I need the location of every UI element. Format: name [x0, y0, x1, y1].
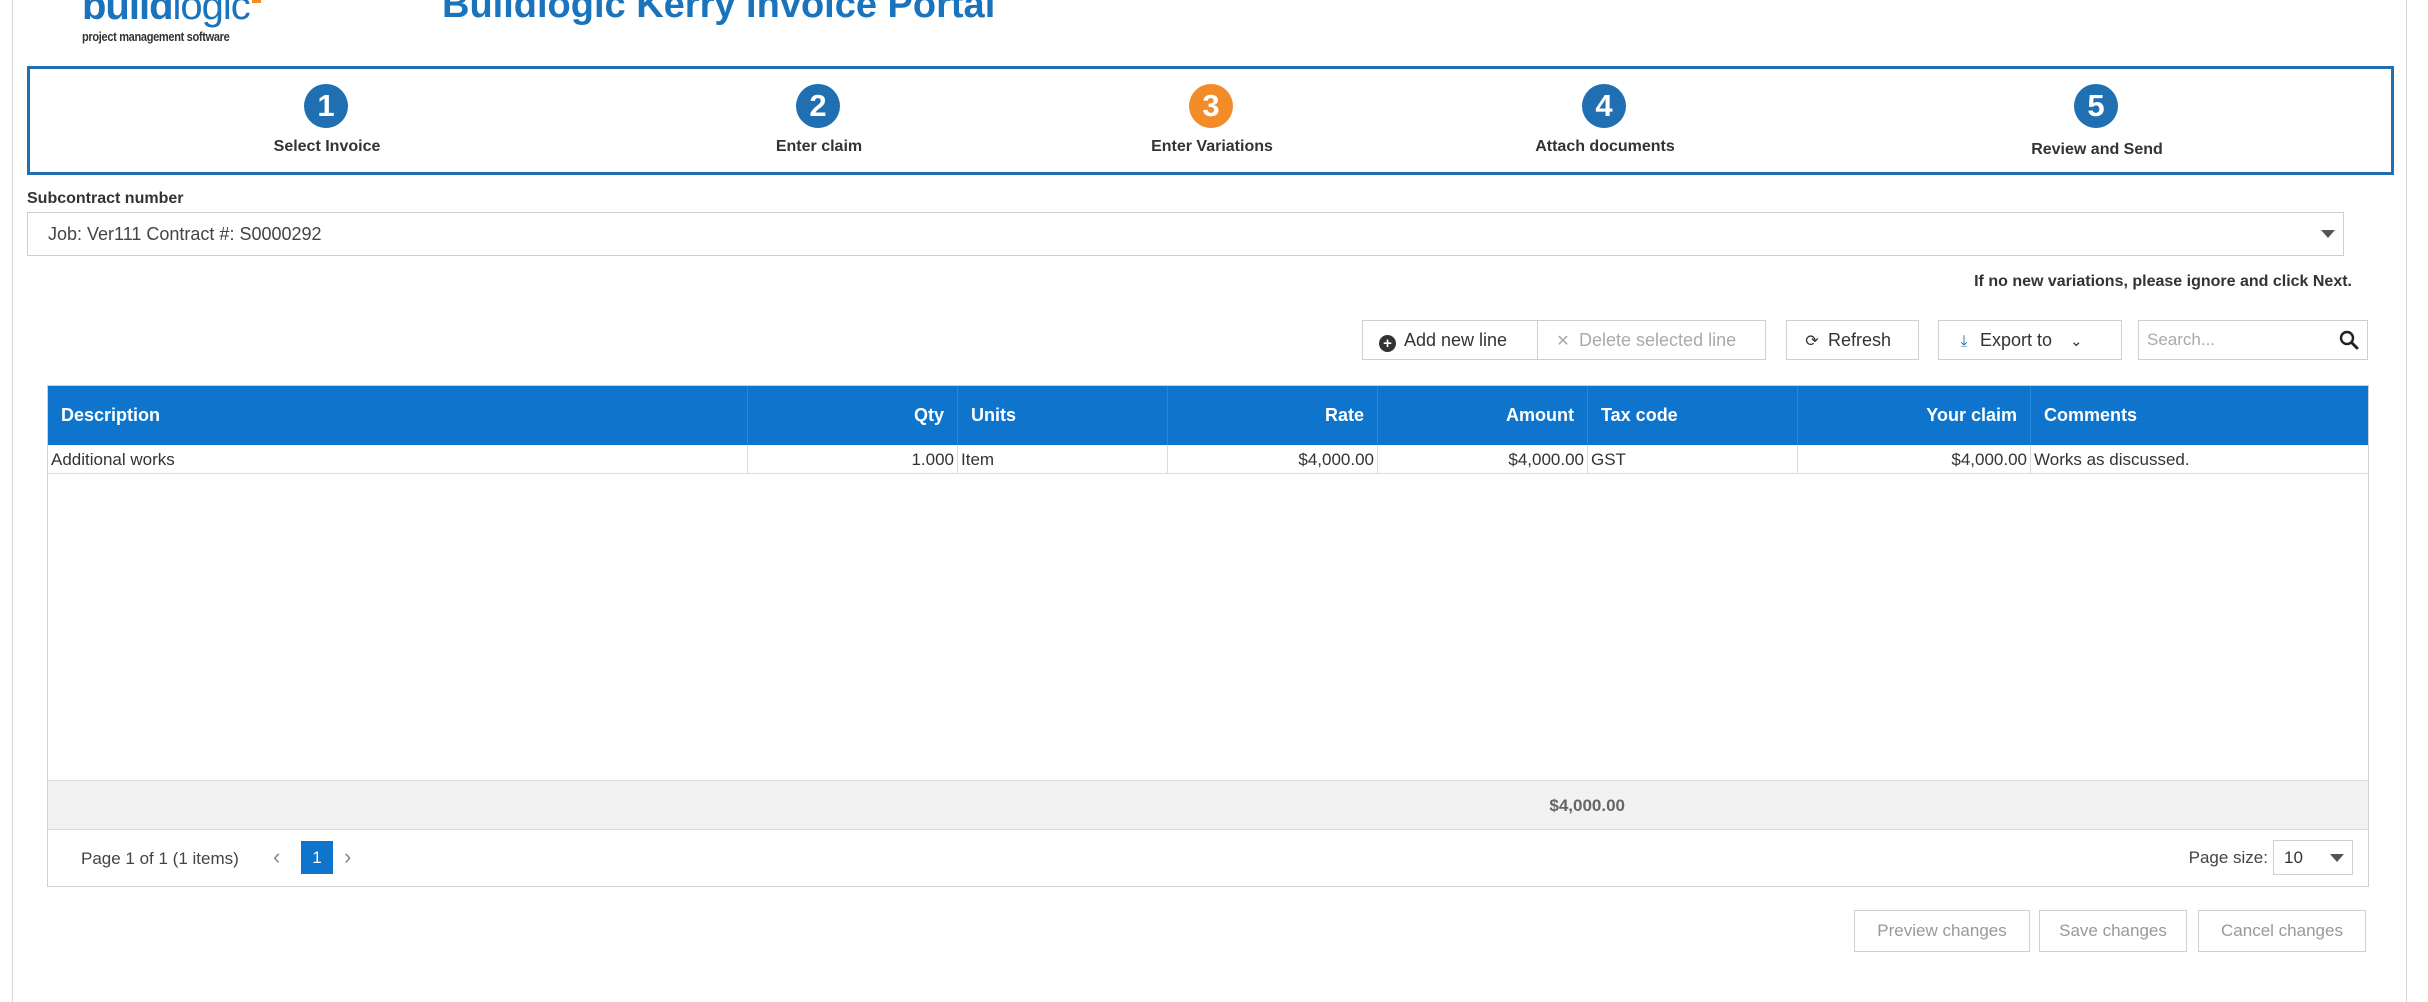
add-new-line-button[interactable]: + Add new line	[1362, 320, 1538, 360]
wizard-step-2[interactable]: 2 Enter claim	[699, 69, 939, 172]
add-new-line-label: Add new line	[1404, 330, 1508, 350]
save-changes-button[interactable]: Save changes	[2039, 910, 2187, 952]
logo-bold-text: build	[82, 0, 174, 28]
step-number-badge: 3	[1189, 84, 1233, 128]
preview-changes-button[interactable]: Preview changes	[1854, 910, 2030, 952]
column-header-units[interactable]: Units	[957, 386, 1167, 445]
column-header-your-claim[interactable]: Your claim	[1797, 386, 2030, 445]
cell-units[interactable]: Item	[957, 445, 1167, 474]
download-icon: ⤓	[1960, 333, 1968, 350]
page-size-value: 10	[2284, 848, 2303, 867]
cell-tax-code[interactable]: GST	[1587, 445, 1797, 474]
cell-comments[interactable]: Works as discussed.	[2030, 445, 2370, 474]
page-size-label: Page size:	[2188, 848, 2268, 867]
caret-down-icon[interactable]	[2321, 230, 2335, 238]
search-icon[interactable]	[2338, 329, 2360, 351]
step-label: Enter claim	[775, 138, 863, 155]
amount-total: $4,000.00	[1549, 796, 1625, 815]
invoice-portal-page: buildlogic project management software B…	[0, 0, 2428, 1002]
delete-selected-line-label: Delete selected line	[1579, 330, 1737, 350]
column-header-tax-code[interactable]: Tax code	[1587, 386, 1797, 445]
step-number-badge: 2	[796, 84, 840, 128]
step-number-badge: 5	[2074, 84, 2118, 128]
cell-qty[interactable]: 1.000	[747, 445, 957, 474]
page-title: Buildlogic Kerry Invoice Portal	[442, 0, 996, 26]
cell-description[interactable]: Additional works	[48, 445, 747, 474]
caret-down-icon	[2330, 854, 2344, 862]
pager-info: Page 1 of 1 (1 items)	[81, 849, 239, 868]
cell-your-claim[interactable]: $4,000.00	[1797, 445, 2030, 474]
step-label: Attach documents	[1535, 138, 1675, 155]
column-header-qty[interactable]: Qty	[747, 386, 957, 445]
chevron-down-icon: ⌄	[2070, 333, 2083, 350]
step-label: Enter Variations	[1151, 138, 1273, 155]
page-number-button[interactable]: 1	[301, 841, 333, 874]
column-header-comments[interactable]: Comments	[2030, 386, 2370, 445]
wizard-step-1[interactable]: 1 Select Invoice	[207, 69, 447, 172]
wizard-step-5[interactable]: 5 Review and Send	[1977, 69, 2217, 172]
grid-footer-totals: $4,000.00	[48, 780, 2368, 830]
close-icon: ✕	[1556, 333, 1570, 350]
delete-selected-line-button[interactable]: ✕ Delete selected line	[1537, 320, 1766, 360]
variations-grid: Description Qty Units Rate Amount Tax co…	[47, 385, 2369, 887]
refresh-icon: ⟳	[1805, 333, 1819, 350]
step-number-badge: 1	[304, 84, 348, 128]
page-size-select[interactable]: 10	[2273, 840, 2353, 875]
wizard-step-4[interactable]: 4 Attach documents	[1485, 69, 1725, 172]
grid-header: Description Qty Units Rate Amount Tax co…	[48, 386, 2368, 445]
refresh-label: Refresh	[1828, 330, 1892, 350]
table-row[interactable]: Additional works 1.000 Item $4,000.00 $4…	[48, 445, 2368, 474]
step-label: Review and Send	[2031, 141, 2163, 158]
search-input[interactable]	[2139, 321, 2329, 359]
subcontract-label: Subcontract number	[27, 190, 184, 207]
step-label: Select Invoice	[273, 138, 381, 155]
cell-amount[interactable]: $4,000.00	[1377, 445, 1587, 474]
cancel-changes-button[interactable]: Cancel changes	[2198, 910, 2366, 952]
chevron-right-icon[interactable]: ›	[344, 844, 351, 870]
column-header-rate[interactable]: Rate	[1167, 386, 1377, 445]
export-to-label: Export to	[1980, 330, 2053, 350]
wizard-steps: 1 Select Invoice 2 Enter claim 3 Enter V…	[27, 66, 2394, 175]
refresh-button[interactable]: ⟳ Refresh	[1786, 320, 1919, 360]
chevron-left-icon[interactable]: ‹	[273, 844, 280, 870]
wizard-step-3[interactable]: 3 Enter Variations	[1092, 69, 1332, 172]
logo-square-icon	[251, 0, 261, 3]
cell-rate[interactable]: $4,000.00	[1167, 445, 1377, 474]
export-to-dropdown[interactable]: ⤓ Export to ⌄	[1938, 320, 2122, 360]
plus-circle-icon: +	[1379, 335, 1396, 352]
logo-light-text: logic	[172, 0, 251, 28]
subcontract-select[interactable]: Job: Ver111 Contract #: S0000292	[27, 212, 2344, 256]
column-header-description[interactable]: Description	[48, 386, 747, 445]
logo-tagline: project management software	[82, 29, 230, 44]
variations-hint: If no new variations, please ignore and …	[1974, 273, 2352, 290]
subcontract-value: Job: Ver111 Contract #: S0000292	[48, 224, 322, 244]
grid-pager: Page 1 of 1 (1 items) ‹ 1 › Page size: 1…	[48, 830, 2368, 886]
column-header-amount[interactable]: Amount	[1377, 386, 1587, 445]
search-box	[2138, 320, 2368, 360]
step-number-badge: 4	[1582, 84, 1626, 128]
logo-wordmark: buildlogic	[82, 0, 261, 26]
buildlogic-logo: buildlogic project management software	[82, 0, 261, 44]
